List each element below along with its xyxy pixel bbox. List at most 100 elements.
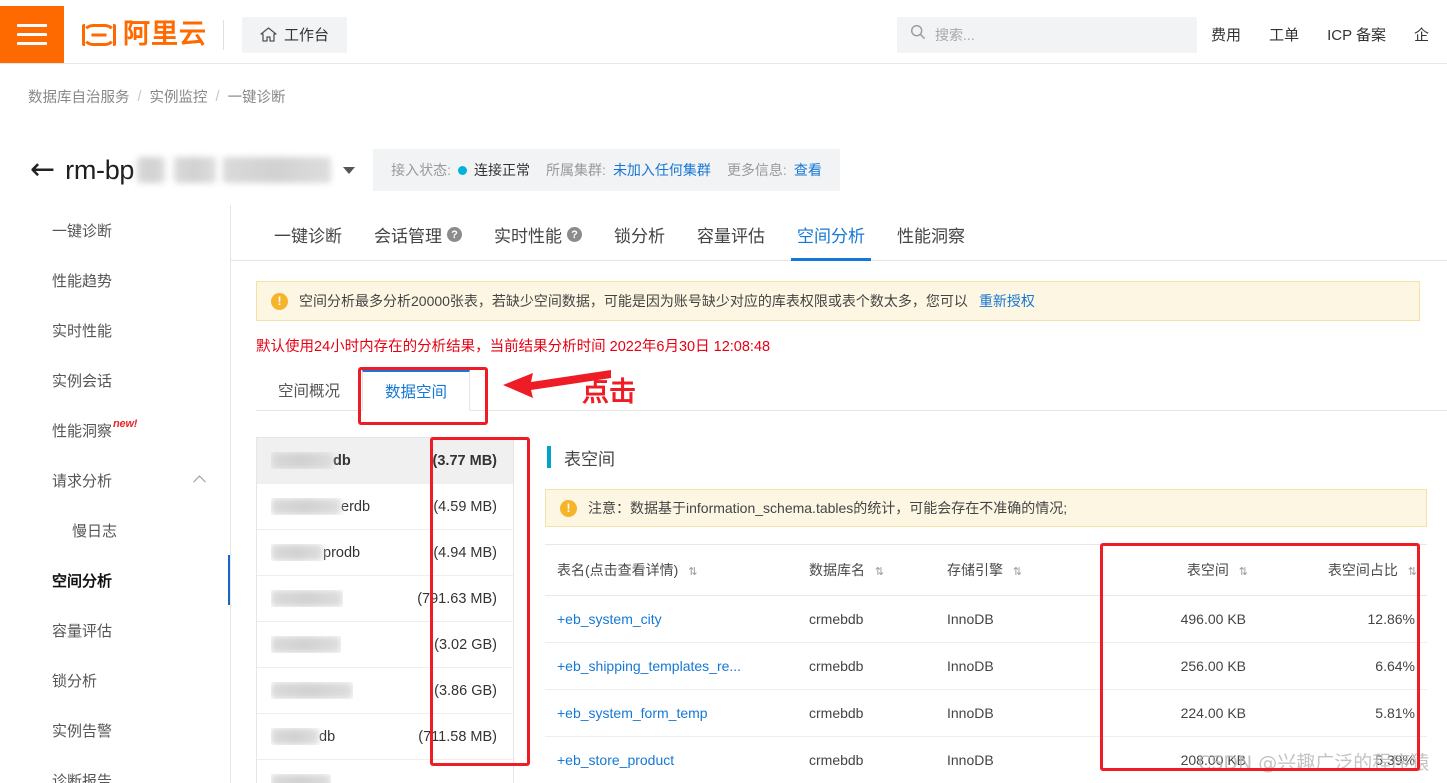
help-icon[interactable]: ? — [447, 227, 462, 242]
sidebar-item-request-analysis[interactable]: 请求分析 — [0, 455, 230, 505]
list-item[interactable] — [257, 760, 513, 783]
sidebar-item-label: 实例告警 — [52, 722, 113, 740]
breadcrumb-item-das[interactable]: 数据库自治服务 — [28, 86, 130, 107]
tab-label: 容量评估 — [697, 227, 765, 246]
sidebar-item-diagnosis-report[interactable]: 诊断报告 — [0, 755, 230, 783]
column-header-database-name[interactable]: 数据库名 ⇅ — [797, 544, 935, 596]
analysis-time-text: 默认使用24小时内存在的分析结果，当前结果分析时间 2022年6月30日 12:… — [256, 339, 771, 355]
breadcrumb-item-one-click-diagnosis[interactable]: 一键诊断 — [228, 86, 286, 107]
hamburger-menu-icon[interactable] — [0, 6, 64, 63]
sidebar-item-label: 容量评估 — [52, 622, 113, 640]
subtab-data-space[interactable]: 数据空间 — [362, 370, 471, 411]
tab-label: 实时性能 — [494, 227, 562, 246]
instance-selector[interactable]: rm-bp — [65, 155, 356, 186]
sort-icon[interactable]: ⇅ — [1239, 565, 1248, 578]
list-item[interactable]: (791.63 MB) — [257, 576, 513, 622]
cell-table-name[interactable]: +eb_system_city — [545, 595, 797, 643]
sidebar-item-instance-alarm[interactable]: 实例告警 — [0, 705, 230, 755]
notice-text: 空间分析最多分析20000张表，若缺少空间数据，可能是因为账号缺少对应的库表权限… — [299, 293, 968, 309]
tab-space-analysis[interactable]: 空间分析 — [781, 222, 881, 261]
chevron-up-icon — [193, 475, 206, 489]
cell-database-name: crmebdb — [797, 736, 935, 783]
list-item[interactable]: (3.86 GB) — [257, 668, 513, 714]
tab-capacity-evaluation[interactable]: 容量评估 — [681, 222, 781, 260]
cluster-value-link[interactable]: 未加入任何集群 — [613, 160, 711, 180]
table-space-panel: 表空间 ! 注意：数据基于information_schema.tables的统… — [545, 437, 1447, 783]
column-label: 表名(点击查看详情) — [557, 562, 679, 578]
database-size: (3.86 GB) — [434, 682, 497, 699]
more-info-link[interactable]: 查看 — [794, 160, 822, 180]
cell-table-space: 256.00 KB — [1090, 642, 1258, 690]
column-header-table-space[interactable]: 表空间 ⇅ — [1090, 544, 1258, 596]
cell-table-name[interactable]: +eb_store_product — [545, 736, 797, 783]
search-icon — [910, 24, 926, 45]
aliyun-logo[interactable]: 阿里云 — [64, 6, 223, 63]
nav-item-tickets[interactable]: 工单 — [1255, 24, 1313, 45]
breadcrumb-item-instance-monitor[interactable]: 实例监控 — [150, 86, 208, 107]
database-size: (711.58 MB) — [418, 728, 497, 745]
nav-item-enterprise[interactable]: 企 — [1400, 24, 1443, 45]
list-item[interactable]: prodb (4.94 MB) — [257, 530, 513, 576]
table-row: +eb_shipping_templates_re... crmebdb Inn… — [545, 642, 1427, 690]
sidebar-item-performance-insight[interactable]: 性能洞察 new! — [0, 405, 230, 455]
column-header-table-name[interactable]: 表名(点击查看详情) ⇅ — [545, 544, 797, 596]
breadcrumb-separator: / — [137, 88, 142, 105]
database-name — [271, 682, 353, 699]
home-icon — [260, 27, 277, 42]
database-size: (4.59 MB) — [433, 498, 497, 515]
tab-one-click-diagnosis[interactable]: 一键诊断 — [258, 222, 358, 260]
sidebar-item-instance-session[interactable]: 实例会话 — [0, 355, 230, 405]
sidebar-item-realtime-performance[interactable]: 实时性能 — [0, 305, 230, 355]
cell-storage-engine: InnoDB — [935, 595, 1090, 643]
sort-icon[interactable]: ⇅ — [1013, 565, 1022, 578]
subtab-space-overview[interactable]: 空间概况 — [256, 369, 362, 410]
tab-label: 锁分析 — [614, 227, 665, 246]
workbench-button[interactable]: 工作台 — [242, 16, 348, 53]
warning-icon: ! — [560, 499, 577, 517]
help-icon[interactable]: ? — [567, 227, 582, 242]
table-row: +eb_system_form_temp crmebdb InnoDB 224.… — [545, 689, 1427, 737]
list-item[interactable]: erdb (4.59 MB) — [257, 484, 513, 530]
instance-id-redacted — [223, 157, 332, 183]
column-header-storage-engine[interactable]: 存储引擎 ⇅ — [935, 544, 1090, 596]
list-item[interactable]: db (3.77 MB) — [257, 438, 513, 484]
sidebar-item-space-analysis[interactable]: 空间分析 — [0, 555, 230, 605]
sidebar-item-label: 实时性能 — [52, 322, 113, 340]
database-name-suffix: db — [333, 452, 351, 469]
database-list[interactable]: db (3.77 MB) erdb (4.59 MB) prodb (4.94 … — [256, 437, 514, 783]
sidebar-item-one-click-diagnosis[interactable]: 一键诊断 — [0, 205, 230, 255]
sort-icon[interactable]: ⇅ — [875, 565, 884, 578]
sidebar-item-performance-trend[interactable]: 性能趋势 — [0, 255, 230, 305]
nav-item-icp[interactable]: ICP 备案 — [1313, 24, 1400, 45]
new-badge: new! — [113, 418, 138, 430]
chevron-down-icon — [343, 166, 356, 174]
cell-table-name[interactable]: +eb_system_form_temp — [545, 689, 797, 737]
tab-performance-insight[interactable]: 性能洞察 — [881, 222, 981, 260]
search-box[interactable] — [897, 16, 1198, 53]
nav-item-fees[interactable]: 费用 — [1197, 24, 1255, 45]
tab-realtime-performance[interactable]: 实时性能 ? — [478, 222, 598, 260]
sidebar: 一键诊断 性能趋势 实时性能 实例会话 性能洞察 new! 请求分析 慢日志 空… — [0, 205, 231, 783]
cluster-label: 所属集群: — [546, 162, 606, 178]
subtab-label: 数据空间 — [385, 384, 448, 401]
search-input[interactable] — [935, 26, 1185, 43]
list-item[interactable]: (3.02 GB) — [257, 622, 513, 668]
reauthorize-link[interactable]: 重新授权 — [979, 291, 1035, 311]
column-header-table-space-ratio[interactable]: 表空间占比 ⇅ — [1258, 544, 1427, 596]
tab-session-management[interactable]: 会话管理 ? — [358, 222, 478, 260]
sort-icon[interactable]: ⇅ — [688, 565, 697, 578]
sidebar-item-label: 实例会话 — [52, 372, 113, 390]
sidebar-item-lock-analysis[interactable]: 锁分析 — [0, 655, 230, 705]
table-row: +eb_system_city crmebdb InnoDB 496.00 KB… — [545, 595, 1427, 643]
tab-label: 会话管理 — [374, 227, 442, 246]
sort-icon[interactable]: ⇅ — [1408, 565, 1417, 578]
instance-id-redacted — [174, 157, 217, 183]
cell-table-name[interactable]: +eb_shipping_templates_re... — [545, 642, 797, 690]
list-item[interactable]: db (711.58 MB) — [257, 714, 513, 760]
sidebar-item-slow-log[interactable]: 慢日志 — [0, 505, 230, 555]
sidebar-item-capacity-evaluation[interactable]: 容量评估 — [0, 605, 230, 655]
database-name — [271, 774, 331, 783]
tab-label: 空间分析 — [797, 227, 865, 246]
back-arrow-icon[interactable]: ← — [30, 155, 55, 185]
tab-lock-analysis[interactable]: 锁分析 — [598, 222, 681, 260]
